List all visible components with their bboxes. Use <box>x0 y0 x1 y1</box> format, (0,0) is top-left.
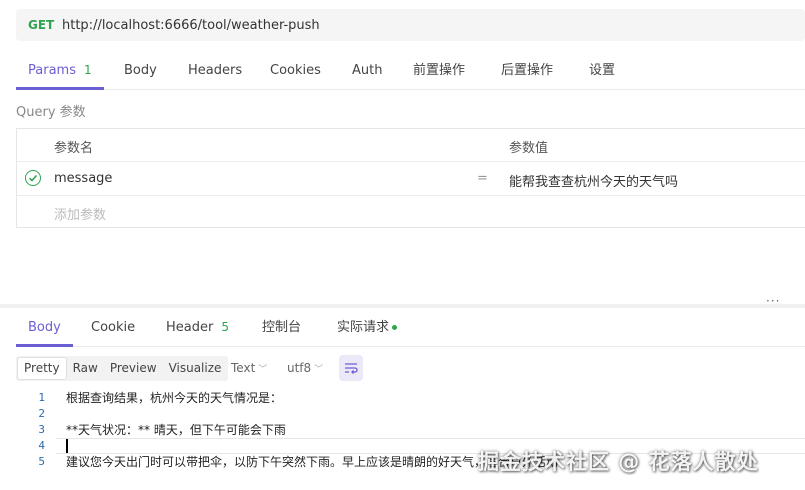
tab-response-body[interactable]: Body <box>16 311 73 347</box>
encoding-dropdown[interactable]: utf8 ﹀ <box>287 356 323 383</box>
column-header-name: 参数名 <box>54 141 94 156</box>
line-number: 2 <box>38 407 45 420</box>
panel-splitter[interactable] <box>0 304 805 308</box>
param-value-field[interactable]: 能帮我查查杭州今天的天气吗 <box>509 171 678 190</box>
word-wrap-icon <box>344 359 358 378</box>
table-row: message = 能帮我查查杭州今天的天气吗 <box>17 162 805 196</box>
query-params-table: 参数名 参数值 message = 能帮我查查杭州今天的天气吗 添加参数 <box>16 128 805 228</box>
response-view-bar: Pretty Raw Preview Visualize Text ﹀ utf8 ﹀ <box>16 355 363 381</box>
add-param-row: 添加参数 <box>17 196 805 228</box>
chevron-down-icon: ﹀ <box>258 365 268 375</box>
query-section-label: Query 参数 <box>16 105 86 120</box>
tab-headers[interactable]: Headers <box>188 55 242 90</box>
format-dropdown-value: Text <box>231 361 256 375</box>
line-number: 5 <box>38 455 45 468</box>
equals-sign: = <box>477 171 488 186</box>
response-tabs: Body Cookie Header 5 控制台 实际请求 <box>16 311 805 347</box>
format-dropdown[interactable]: Text ﹀ <box>231 356 267 383</box>
params-count-badge: 1 <box>83 63 92 77</box>
url-input[interactable]: http://localhost:6666/tool/weather-push <box>62 18 320 33</box>
tab-actual-request[interactable]: 实际请求 <box>337 311 398 347</box>
line-text: 根据查询结果，杭州今天的天气情况是： <box>66 391 283 405</box>
add-param-input[interactable]: 添加参数 <box>54 204 106 223</box>
watermark: 掘金技术社区 @ 花落人散处 <box>478 450 759 474</box>
line-number: 4 <box>38 439 45 452</box>
tab-settings[interactable]: 设置 <box>589 55 615 90</box>
view-mode-raw[interactable]: Raw <box>67 357 104 380</box>
view-mode-visualize[interactable]: Visualize <box>163 357 228 380</box>
checkmark-circle-icon[interactable] <box>25 170 41 186</box>
view-mode-switch: Pretty Raw Preview Visualize <box>16 356 229 381</box>
view-mode-preview[interactable]: Preview <box>104 357 163 380</box>
view-mode-pretty[interactable]: Pretty <box>17 357 67 380</box>
more-options-icon[interactable]: ··· <box>766 294 780 308</box>
tab-pre-script[interactable]: 前置操作 <box>413 55 465 90</box>
line-number: 1 <box>38 391 45 404</box>
word-wrap-button[interactable] <box>339 355 363 381</box>
header-count-badge: 5 <box>221 320 229 334</box>
tab-params-label: Params <box>28 63 76 78</box>
line-number: 3 <box>38 423 45 436</box>
url-bar[interactable]: GET http://localhost:6666/tool/weather-p… <box>16 9 805 41</box>
chevron-down-icon: ﹀ <box>314 365 324 375</box>
tab-body[interactable]: Body <box>124 55 157 90</box>
tab-post-script[interactable]: 后置操作 <box>501 55 553 90</box>
tab-params[interactable]: Params 1 <box>16 55 104 90</box>
tab-auth[interactable]: Auth <box>352 55 382 90</box>
tab-response-header[interactable]: Header 5 <box>166 311 229 347</box>
encoding-dropdown-value: utf8 <box>287 361 312 375</box>
request-tabs: Params 1 Body Headers Cookies Auth 前置操作 后… <box>16 55 805 90</box>
tab-cookies[interactable]: Cookies <box>270 55 321 90</box>
column-header-value: 参数值 <box>509 141 549 156</box>
http-method[interactable]: GET <box>28 18 62 32</box>
tab-actual-request-label: 实际请求 <box>337 320 390 335</box>
text-cursor <box>66 439 68 453</box>
tab-response-header-label: Header <box>166 320 214 335</box>
tab-cookie[interactable]: Cookie <box>91 311 135 347</box>
param-name-field[interactable]: message <box>54 171 112 186</box>
line-text: **天气状况：** 晴天，但下午可能会下雨 <box>66 423 286 437</box>
tab-console[interactable]: 控制台 <box>262 311 301 347</box>
editor-line: 2 <box>16 406 805 422</box>
table-header-row: 参数名 参数值 <box>17 129 805 162</box>
editor-line: 1 根据查询结果，杭州今天的天气情况是： <box>16 390 805 406</box>
editor-line: 3 **天气状况：** 晴天，但下午可能会下雨 <box>16 422 805 438</box>
status-dot-icon <box>392 325 398 330</box>
